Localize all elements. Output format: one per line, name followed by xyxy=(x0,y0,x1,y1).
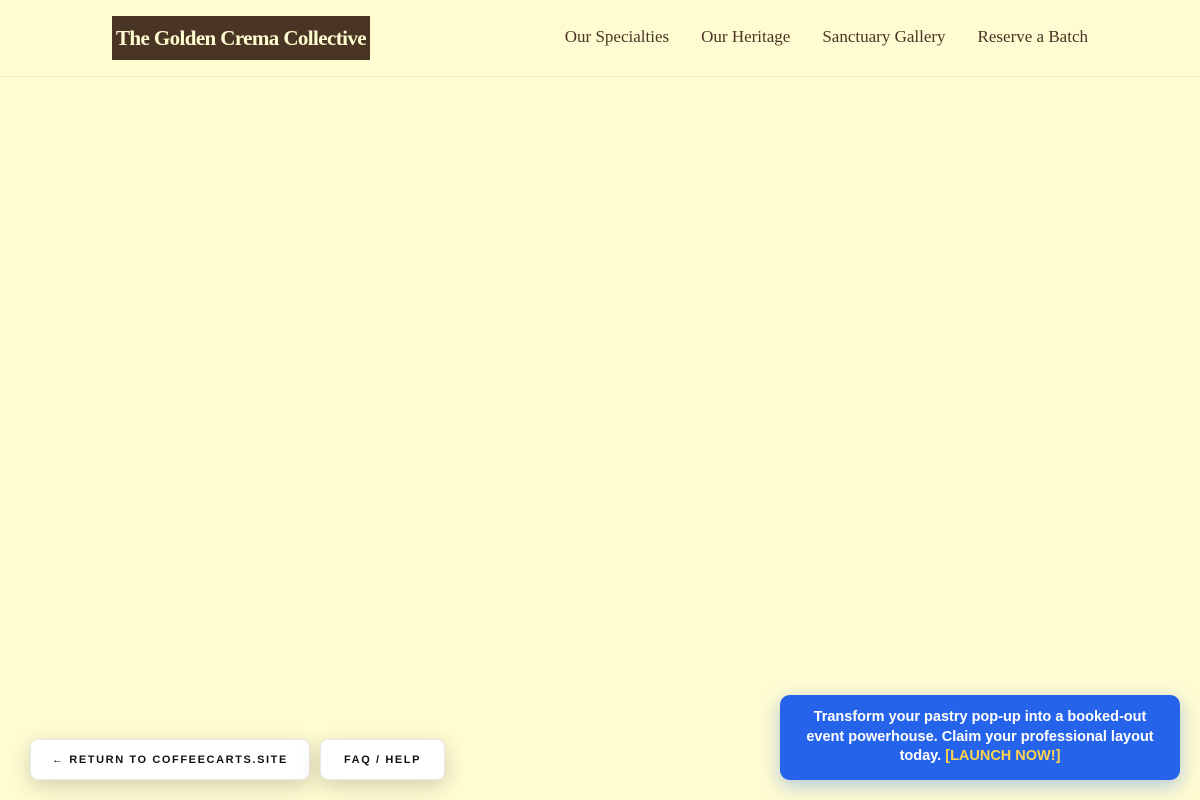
nav-link-reserve[interactable]: Reserve a Batch xyxy=(978,26,1088,48)
promo-cta-link[interactable]: [LAUNCH NOW!] xyxy=(945,748,1060,764)
return-to-site-button[interactable]: ← RETURN TO COFFEECARTS.SITE xyxy=(30,739,310,780)
nav-link-gallery[interactable]: Sanctuary Gallery xyxy=(822,26,945,48)
nav-link-heritage[interactable]: Our Heritage xyxy=(701,26,790,48)
promo-banner[interactable]: Transform your pastry pop-up into a book… xyxy=(780,695,1180,780)
site-header: The Golden Crema Collective Our Specialt… xyxy=(0,0,1200,77)
promo-text: Transform your pastry pop-up into a book… xyxy=(804,708,1156,767)
nav-link-specialties[interactable]: Our Specialties xyxy=(565,26,669,48)
main-nav: Our Specialties Our Heritage Sanctuary G… xyxy=(565,26,1088,48)
faq-help-button[interactable]: FAQ / HELP xyxy=(320,739,445,780)
site-logo[interactable]: The Golden Crema Collective xyxy=(112,16,370,60)
